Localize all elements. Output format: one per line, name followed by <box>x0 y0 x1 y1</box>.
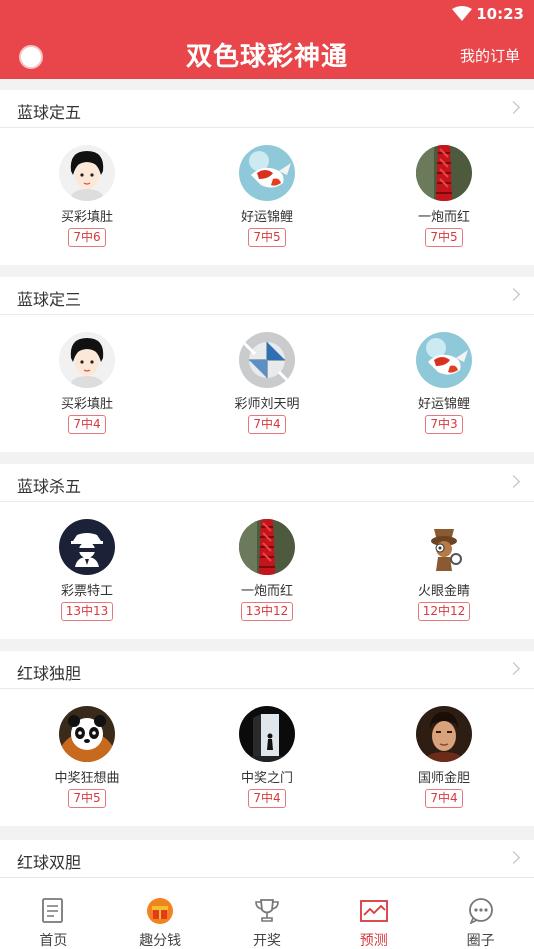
expert-avatar[interactable] <box>239 706 295 762</box>
expert-card[interactable]: 好运锦鲤 7中5 <box>192 145 342 247</box>
expert-name: 买彩填肚 <box>60 210 113 225</box>
expert-name: 好运锦鲤 <box>240 210 293 225</box>
expert-name: 彩票特工 <box>60 584 113 599</box>
hit-record-badge: 7中5 <box>68 789 106 808</box>
expert-card[interactable]: 中奖之门 7中4 <box>192 706 342 808</box>
expert-card[interactable]: 彩票特工 13中13 <box>12 519 162 621</box>
prediction-section: 蓝球杀五彩票特工 13中13 一炮而红 13中12 火眼金睛 12中12 <box>0 464 534 639</box>
expert-avatar[interactable] <box>59 332 115 388</box>
page-title: 双色球彩神通 <box>185 42 348 72</box>
chevron-right-icon <box>507 288 520 301</box>
hit-record-badge: 7中5 <box>425 228 463 247</box>
expert-avatar[interactable] <box>416 332 472 388</box>
section-title: 红球双胆 <box>17 853 82 872</box>
prediction-list: 蓝球定五 买彩填肚 7中6 好运锦鲤 7中5 一炮而红 7中5 蓝球定三 买彩填肚 7中4 彩师刘天… <box>0 90 534 838</box>
wifi-icon <box>452 6 472 21</box>
trophy-icon <box>253 898 281 924</box>
tab-label: 预测 <box>359 933 388 949</box>
hit-record-badge: 7中5 <box>248 228 286 247</box>
expert-name: 彩师刘天明 <box>234 397 300 412</box>
section-header[interactable]: 蓝球杀五 <box>0 464 534 502</box>
bottom-tab-bar: 首页 趣分钱 开奖 预测 圈子 <box>0 878 534 949</box>
chevron-right-icon <box>507 475 520 488</box>
expert-row: 买彩填肚 7中6 好运锦鲤 7中5 一炮而红 7中5 <box>0 128 534 265</box>
expert-avatar[interactable] <box>416 706 472 762</box>
tab-label: 首页 <box>39 933 68 949</box>
app-header: 双色球彩神通 我的订单 <box>0 28 534 79</box>
expert-avatar[interactable] <box>239 519 295 575</box>
expert-row: 彩票特工 13中13 一炮而红 13中12 火眼金睛 12中12 <box>0 502 534 639</box>
expert-card[interactable]: 买彩填肚 7中4 <box>12 332 162 434</box>
expert-card[interactable]: 一炮而红 7中5 <box>369 145 519 247</box>
hit-record-badge: 7中6 <box>68 228 106 247</box>
prediction-section: 红球独胆中奖狂想曲 7中5 中奖之门 7中4 国师金胆 7中4 <box>0 651 534 826</box>
tab-lottery-draw[interactable]: 开奖 <box>214 878 321 949</box>
chevron-right-icon <box>507 101 520 114</box>
expert-card[interactable]: 好运锦鲤 7中3 <box>369 332 519 434</box>
expert-row: 买彩填肚 7中4 彩师刘天明 7中4 好运锦鲤 7中3 <box>0 315 534 452</box>
my-orders-link[interactable]: 我的订单 <box>460 45 520 66</box>
clock: 10:23 <box>476 5 524 23</box>
expert-name: 好运锦鲤 <box>417 397 470 412</box>
hit-record-badge: 7中4 <box>248 789 286 808</box>
hit-record-badge: 13中12 <box>240 602 294 621</box>
tab-home[interactable]: 首页 <box>0 878 107 949</box>
expert-name: 火眼金睛 <box>417 584 470 599</box>
expert-name: 中奖狂想曲 <box>54 771 120 786</box>
expert-avatar[interactable] <box>59 145 115 201</box>
expert-card[interactable]: 中奖狂想曲 7中5 <box>12 706 162 808</box>
expert-avatar[interactable] <box>416 145 472 201</box>
section-header[interactable]: 红球独胆 <box>0 651 534 689</box>
expert-card[interactable]: 彩师刘天明 7中4 <box>192 332 342 434</box>
expert-name: 一炮而红 <box>417 210 470 225</box>
section-header[interactable]: 红球双胆 <box>0 840 534 878</box>
expert-name: 中奖之门 <box>240 771 293 786</box>
expert-card[interactable]: 国师金胆 7中4 <box>369 706 519 808</box>
section-header[interactable]: 蓝球定五 <box>0 90 534 128</box>
section-title: 蓝球杀五 <box>17 477 82 496</box>
prediction-section: 蓝球定三买彩填肚 7中4 彩师刘天明 7中4 好运锦鲤 7中3 <box>0 277 534 452</box>
chevron-right-icon <box>507 662 520 675</box>
section-title: 蓝球定三 <box>17 290 82 309</box>
prediction-section: 蓝球定五买彩填肚 7中6 好运锦鲤 7中5 一炮而红 7中5 <box>0 90 534 265</box>
expert-avatar[interactable] <box>416 519 472 575</box>
tab-community[interactable]: 圈子 <box>427 878 534 949</box>
section-title: 红球独胆 <box>17 664 82 683</box>
hit-record-badge: 7中3 <box>425 415 463 434</box>
hit-record-badge: 7中4 <box>68 415 106 434</box>
chart-icon <box>359 898 388 924</box>
tab-label: 圈子 <box>466 933 495 949</box>
chevron-right-icon <box>507 851 520 864</box>
tab-predict[interactable]: 预测 <box>320 878 427 949</box>
hit-record-badge: 7中4 <box>248 415 286 434</box>
expert-avatar[interactable] <box>59 519 115 575</box>
section-header[interactable]: 蓝球定三 <box>0 277 534 315</box>
expert-avatar[interactable] <box>59 706 115 762</box>
chat-icon <box>467 898 495 925</box>
expert-name: 国师金胆 <box>417 771 470 786</box>
expert-name: 买彩填肚 <box>60 397 113 412</box>
document-icon <box>39 898 67 924</box>
tab-earn[interactable]: 趣分钱 <box>107 878 214 949</box>
hit-record-badge: 7中4 <box>425 789 463 808</box>
expert-card[interactable]: 一炮而红 13中12 <box>192 519 342 621</box>
status-bar: 10:23 <box>0 0 534 28</box>
section-title: 蓝球定五 <box>17 103 82 122</box>
expert-avatar[interactable] <box>239 145 295 201</box>
tab-label: 趣分钱 <box>139 933 182 949</box>
expert-card[interactable]: 买彩填肚 7中6 <box>12 145 162 247</box>
expert-name: 一炮而红 <box>240 584 293 599</box>
expert-avatar[interactable] <box>239 332 295 388</box>
hit-record-badge: 12中12 <box>417 602 471 621</box>
tab-label: 开奖 <box>252 933 281 949</box>
expert-row: 中奖狂想曲 7中5 中奖之门 7中4 国师金胆 7中4 <box>0 689 534 826</box>
expert-card[interactable]: 火眼金睛 12中12 <box>369 519 519 621</box>
hit-record-badge: 13中13 <box>60 602 114 621</box>
gift-icon <box>146 898 174 924</box>
